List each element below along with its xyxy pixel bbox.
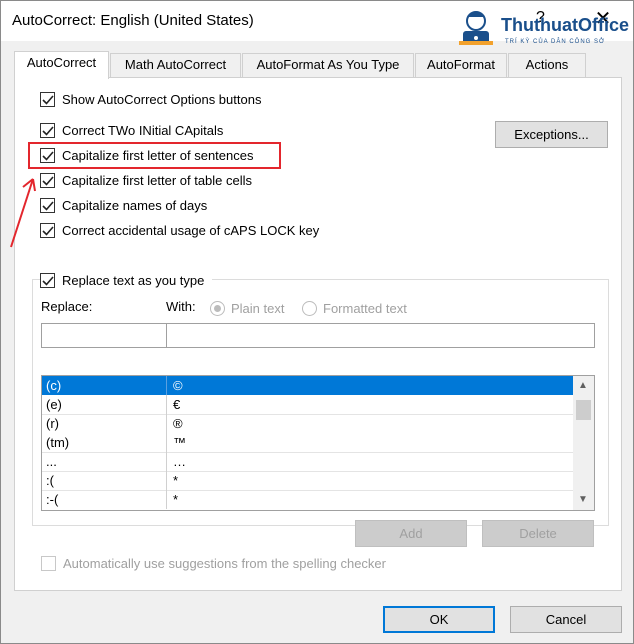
replace-text-option[interactable]: Replace text as you type xyxy=(40,272,212,292)
scroll-thumb[interactable] xyxy=(576,400,591,420)
entry-to: © xyxy=(173,378,183,393)
formatted-text-radio[interactable] xyxy=(302,301,317,316)
correct-two-initials-checkbox[interactable] xyxy=(40,123,55,138)
suggestions-label: Automatically use suggestions from the s… xyxy=(63,556,386,571)
caps-lock-checkbox[interactable] xyxy=(40,223,55,238)
entry-from: :( xyxy=(46,473,54,488)
with-label: With: xyxy=(166,299,196,314)
delete-button[interactable]: Delete xyxy=(482,520,594,547)
scroll-down-icon[interactable]: ▼ xyxy=(578,494,588,505)
plain-text-label: Plain text xyxy=(231,301,285,316)
caps-lock-label: Correct accidental usage of cAPS LOCK ke… xyxy=(62,223,320,238)
logo-tagline: TRÍ KỲ CỦA DÂN CÔNG SỞ xyxy=(505,39,606,45)
suggestions-checkbox[interactable] xyxy=(41,556,56,571)
entry-from: ... xyxy=(46,454,57,469)
entry-to: ™ xyxy=(173,435,186,450)
list-item[interactable]: ... … xyxy=(42,452,573,471)
mascot-icon xyxy=(459,11,493,45)
entry-to: € xyxy=(173,397,181,412)
replace-label: Replace: xyxy=(41,299,93,314)
replacement-list[interactable]: (c) © (e) € (r) ® (tm) ™ ... … :( * :-( … xyxy=(41,375,595,511)
entry-from: (r) xyxy=(46,416,59,431)
add-button[interactable]: Add xyxy=(355,520,467,547)
list-scrollbar[interactable]: ▲ ▼ xyxy=(573,376,594,510)
window-title: AutoCorrect: English (United States) xyxy=(12,12,254,29)
tab-autoformat-as-you-type[interactable]: AutoFormat As You Type xyxy=(242,53,414,78)
entry-to: … xyxy=(173,454,186,469)
list-item[interactable]: (e) € xyxy=(42,395,573,414)
entry-to: ® xyxy=(173,416,183,431)
entry-from: (c) xyxy=(46,378,62,393)
show-buttons-checkbox[interactable] xyxy=(40,92,55,107)
cancel-button[interactable]: Cancel xyxy=(510,606,622,633)
logo-name: ThuthuatOffice xyxy=(501,15,629,35)
tab-actions[interactable]: Actions xyxy=(508,53,586,78)
list-item[interactable]: (c) © xyxy=(42,376,573,395)
correct-two-initials-label: Correct TWo INitial CApitals xyxy=(62,123,224,138)
list-item[interactable]: (tm) ™ xyxy=(42,433,573,452)
replace-text-checkbox[interactable] xyxy=(40,273,55,288)
with-input[interactable] xyxy=(166,323,595,348)
cap-days-label: Capitalize names of days xyxy=(62,198,208,213)
tab-autoformat[interactable]: AutoFormat xyxy=(415,53,507,78)
cap-table-label: Capitalize first letter of table cells xyxy=(62,173,253,188)
show-buttons-label: Show AutoCorrect Options buttons xyxy=(62,92,262,107)
scroll-up-icon[interactable]: ▲ xyxy=(578,380,588,391)
red-arrow-icon xyxy=(10,178,36,248)
entry-from: (tm) xyxy=(46,435,70,450)
cap-days-checkbox[interactable] xyxy=(40,198,55,213)
replace-text-label: Replace text as you type xyxy=(62,273,205,288)
list-item[interactable]: :( * xyxy=(42,471,573,490)
entry-from: :-( xyxy=(46,492,59,507)
autocorrect-dialog: AutoCorrect: English (United States) ? ✕… xyxy=(0,0,634,644)
formatted-text-label: Formatted text xyxy=(323,301,407,316)
highlight-box xyxy=(28,142,281,169)
entry-from: (e) xyxy=(46,397,62,412)
cap-table-checkbox[interactable] xyxy=(40,173,55,188)
replace-input[interactable] xyxy=(41,323,167,348)
exceptions-button[interactable]: Exceptions... xyxy=(495,121,608,148)
entry-to: * xyxy=(173,492,179,507)
list-item[interactable]: (r) ® xyxy=(42,414,573,433)
entry-to: * xyxy=(173,473,179,488)
brand-logo: ThuthuatOffice TRÍ KỲ CỦA DÂN CÔNG SỞ xyxy=(453,7,631,59)
ok-button[interactable]: OK xyxy=(383,606,495,633)
list-item[interactable]: :-( * xyxy=(42,490,573,509)
plain-text-radio[interactable] xyxy=(210,301,225,316)
tab-math-autocorrect[interactable]: Math AutoCorrect xyxy=(110,53,241,78)
tab-autocorrect[interactable]: AutoCorrect xyxy=(14,51,109,79)
